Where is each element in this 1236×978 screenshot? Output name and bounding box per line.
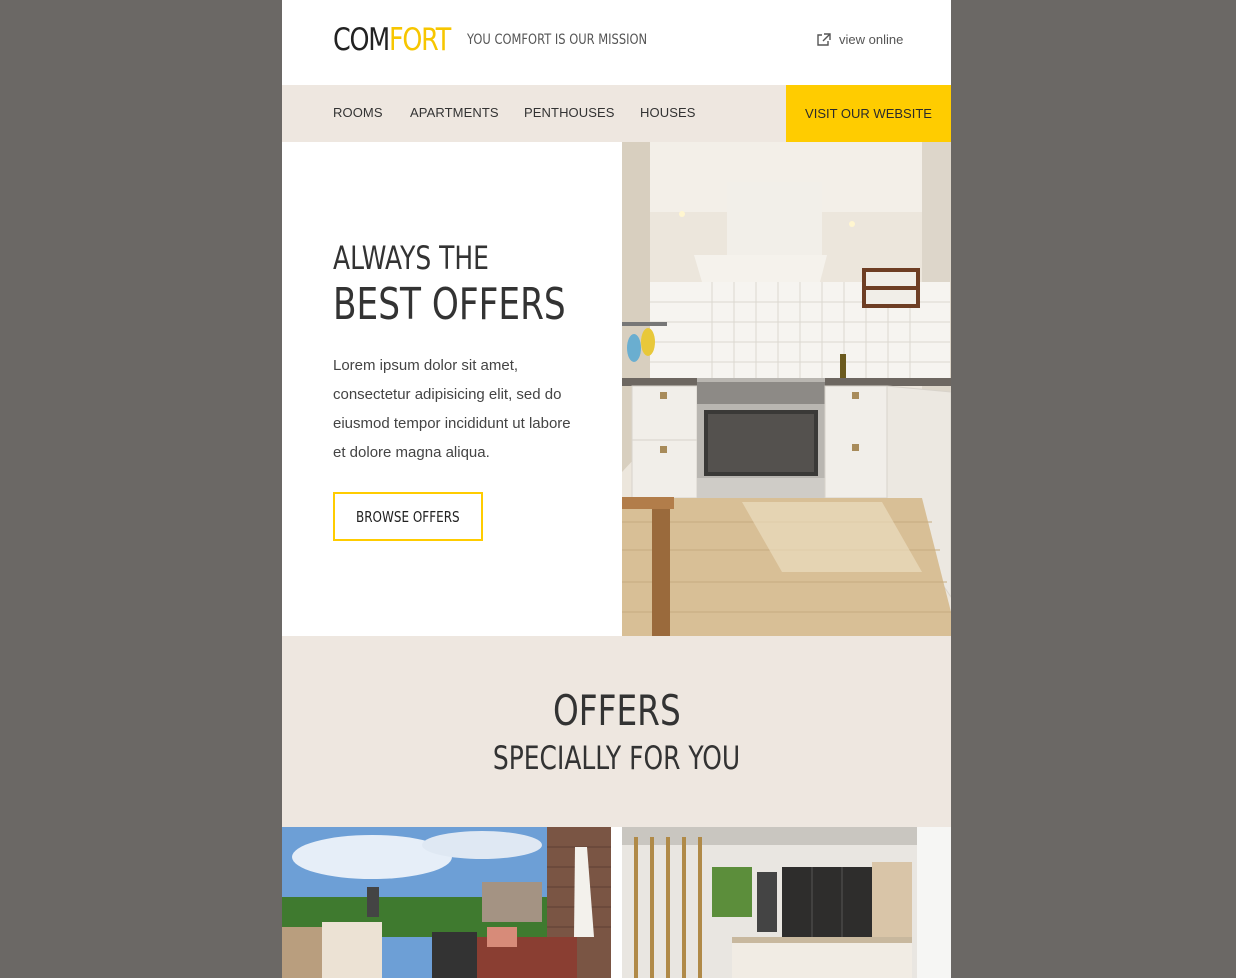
nav-item-penthouses[interactable]: PENTHOUSES: [524, 105, 615, 120]
nav-bar: ROOMS APARTMENTS PENTHOUSES HOUSES VISIT…: [282, 85, 951, 142]
visit-website-button[interactable]: VISIT OUR WEBSITE: [786, 85, 951, 142]
hero-heading-line1: ALWAYS THE: [333, 239, 489, 277]
logo-part1: COM: [333, 22, 390, 58]
offers-title: OFFERS: [552, 686, 681, 735]
nav-item-apartments[interactable]: APARTMENTS: [410, 105, 499, 120]
view-online-link[interactable]: view online: [816, 32, 903, 47]
offers-section: OFFERS SPECIALLY FOR YOU: [282, 636, 951, 827]
offers-subtitle: SPECIALLY FOR YOU: [492, 739, 741, 777]
hero-heading-line2: BEST OFFERS: [333, 279, 566, 330]
header: COMFORT YOU COMFORT IS OUR MISSION view …: [282, 0, 951, 85]
nav-item-houses[interactable]: HOUSES: [640, 105, 696, 120]
external-link-icon: [817, 32, 831, 46]
offer-card-interior-image[interactable]: [622, 827, 951, 978]
offer-card-patio-image[interactable]: [282, 827, 611, 978]
email-container: COMFORT YOU COMFORT IS OUR MISSION view …: [282, 0, 951, 978]
tagline: YOU COMFORT IS OUR MISSION: [467, 32, 648, 48]
browse-offers-label: BROWSE OFFERS: [356, 507, 460, 526]
logo[interactable]: COMFORT: [333, 20, 451, 60]
logo-part2: FORT: [389, 22, 451, 58]
kitchen-image: [622, 142, 951, 636]
nav-item-rooms[interactable]: ROOMS: [333, 105, 383, 120]
view-online-label: view online: [839, 32, 904, 47]
hero-section: ALWAYS THE BEST OFFERS Lorem ipsum dolor…: [282, 142, 951, 636]
browse-offers-button[interactable]: BROWSE OFFERS: [333, 492, 483, 541]
hero-description: Lorem ipsum dolor sit amet, consectetur …: [333, 357, 571, 461]
